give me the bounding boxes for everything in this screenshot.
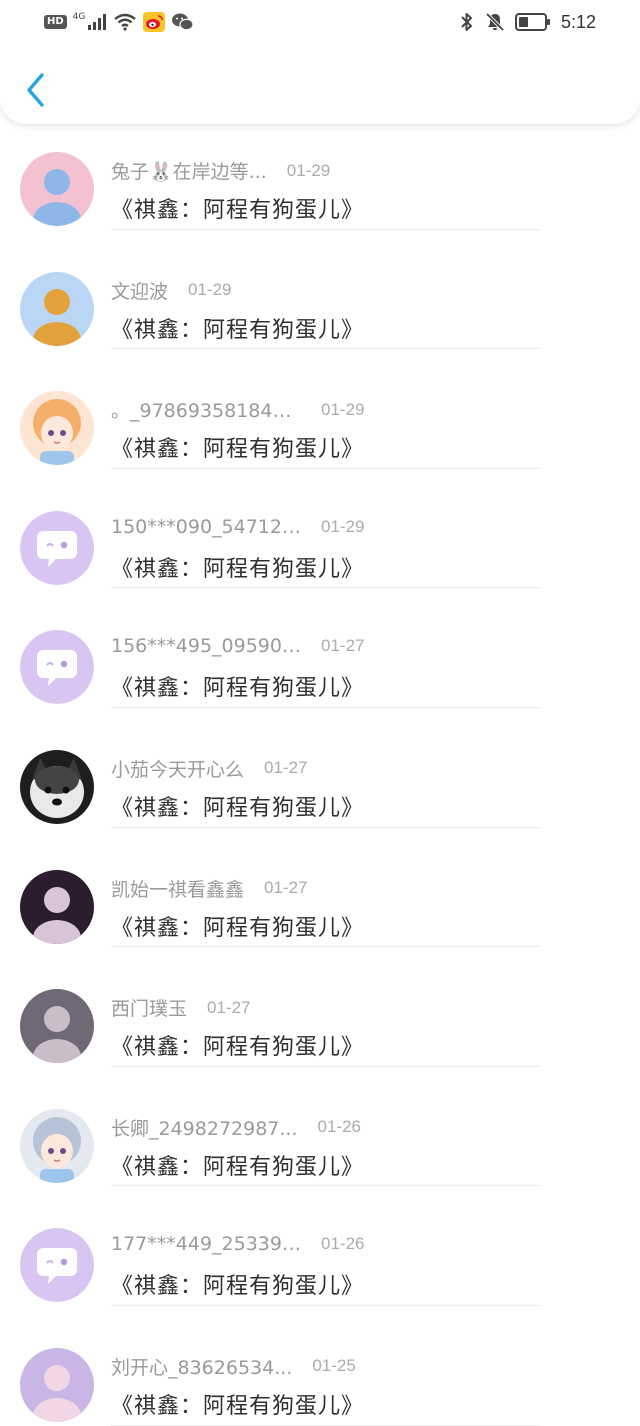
hd-badge: HD: [44, 15, 67, 29]
list-item[interactable]: 文迎波 01-29 《祺鑫：阿程有狗蛋儿》: [0, 230, 640, 350]
avatar-photo: [20, 1347, 94, 1422]
list-item[interactable]: 177***449_253394... 01-26 《祺鑫：阿程有狗蛋儿》: [0, 1186, 640, 1306]
list-item[interactable]: 150***090_547126... 01-29 《祺鑫：阿程有狗蛋儿》: [0, 469, 640, 589]
name-line: 刘开心_83626534... 01-25: [111, 1353, 356, 1380]
name-line: 156***495_095904... 01-27: [111, 635, 364, 657]
status-bar-left: HD 4G: [44, 10, 195, 34]
book-title[interactable]: 《祺鑫：阿程有狗蛋儿》: [111, 431, 364, 463]
book-title[interactable]: 《祺鑫：阿程有狗蛋儿》: [111, 551, 364, 583]
divider: [111, 1424, 540, 1426]
list-item[interactable]: 。_978693581840... 01-29 《祺鑫：阿程有狗蛋儿》: [0, 349, 640, 469]
item-date: 01-29: [188, 280, 232, 300]
status-bar: HD 4G 5:12: [0, 0, 640, 44]
list-item[interactable]: 凯始一祺看鑫鑫 01-27 《祺鑫：阿程有狗蛋儿》: [0, 828, 640, 948]
default-avatar-icon: [20, 630, 94, 705]
name-line: 长卿_2498272987... 01-26: [111, 1114, 361, 1141]
avatar[interactable]: [20, 1347, 94, 1422]
list-item[interactable]: 刘开心_83626534... 01-25 《祺鑫：阿程有狗蛋儿》: [0, 1306, 640, 1426]
avatar[interactable]: [20, 1108, 94, 1183]
default-avatar-icon: [20, 510, 94, 585]
book-title[interactable]: 《祺鑫：阿程有狗蛋儿》: [111, 1388, 364, 1420]
user-name[interactable]: 。_978693581840...: [111, 396, 301, 423]
name-line: 177***449_253394... 01-26: [111, 1233, 364, 1255]
item-date: 01-29: [286, 160, 331, 180]
reader-list: 兔子🐰在岸边等... 01-29 《祺鑫：阿程有狗蛋儿》 文迎波 01-29 《祺鑫：阿程…: [0, 110, 640, 1426]
header-card: HD 4G 5:12: [0, 0, 640, 124]
wechat-icon: [172, 13, 194, 31]
list-item[interactable]: 小茄今天开心么 01-27 《祺鑫：阿程有狗蛋儿》: [0, 708, 640, 828]
chevron-left-icon: [27, 73, 44, 107]
avatar-photo: [20, 749, 94, 824]
item-date: 01-26: [321, 1234, 365, 1254]
default-avatar-icon: [20, 1228, 94, 1303]
user-name[interactable]: 凯始一祺看鑫鑫: [111, 875, 244, 902]
book-title[interactable]: 《祺鑫：阿程有狗蛋儿》: [111, 312, 364, 344]
avatar[interactable]: [20, 1228, 94, 1303]
user-name[interactable]: 小茄今天开心么: [111, 755, 244, 782]
book-title[interactable]: 《祺鑫：阿程有狗蛋儿》: [111, 910, 364, 942]
avatar[interactable]: [20, 630, 94, 705]
bluetooth-icon: [461, 13, 472, 31]
user-name[interactable]: 长卿_2498272987...: [111, 1114, 298, 1141]
user-name[interactable]: 兔子🐰在岸边等...: [111, 157, 267, 184]
avatar-photo: [20, 869, 94, 944]
avatar-photo: [20, 1108, 94, 1183]
list-item[interactable]: 长卿_2498272987... 01-26 《祺鑫：阿程有狗蛋儿》: [0, 1067, 640, 1187]
avatar-photo: [20, 391, 94, 466]
name-line: 西门璞玉 01-27: [111, 994, 251, 1021]
status-time: 5:12: [560, 11, 596, 32]
book-title[interactable]: 《祺鑫：阿程有狗蛋儿》: [111, 790, 364, 822]
name-line: 凯始一祺看鑫鑫 01-27: [111, 875, 308, 902]
name-line: 文迎波 01-29: [111, 277, 232, 304]
list-item[interactable]: 156***495_095904... 01-27 《祺鑫：阿程有狗蛋儿》: [0, 588, 640, 708]
avatar[interactable]: [20, 989, 94, 1064]
book-title[interactable]: 《祺鑫：阿程有狗蛋儿》: [111, 192, 364, 224]
back-button[interactable]: [18, 68, 52, 112]
weibo-icon: [143, 12, 166, 32]
item-date: 01-27: [264, 758, 308, 778]
item-date: 01-27: [321, 636, 365, 656]
book-title[interactable]: 《祺鑫：阿程有狗蛋儿》: [111, 1029, 364, 1061]
bell-muted-icon: [485, 12, 505, 32]
status-bar-right: 5:12: [459, 10, 596, 34]
name-line: 。_978693581840... 01-29: [111, 396, 364, 423]
avatar[interactable]: [20, 510, 94, 585]
user-name[interactable]: 156***495_095904...: [111, 635, 301, 657]
avatar-photo: [20, 271, 94, 346]
user-name[interactable]: 150***090_547126...: [111, 516, 301, 538]
book-title[interactable]: 《祺鑫：阿程有狗蛋儿》: [111, 670, 364, 702]
user-name[interactable]: 文迎波: [111, 277, 168, 304]
item-date: 01-29: [321, 516, 365, 536]
user-name[interactable]: 刘开心_83626534...: [111, 1353, 292, 1380]
avatar-photo: [20, 989, 94, 1064]
user-name[interactable]: 177***449_253394...: [111, 1233, 301, 1255]
item-date: 01-27: [264, 878, 308, 898]
book-title[interactable]: 《祺鑫：阿程有狗蛋儿》: [111, 1149, 364, 1181]
name-line: 小茄今天开心么 01-27: [111, 755, 308, 782]
avatar-photo: [20, 152, 94, 226]
item-date: 01-27: [207, 997, 251, 1017]
avatar[interactable]: [20, 271, 94, 346]
wifi-icon: [114, 13, 137, 31]
avatar[interactable]: [20, 391, 94, 466]
signal-icon: [88, 14, 107, 30]
list-item[interactable]: 西门璞玉 01-27 《祺鑫：阿程有狗蛋儿》: [0, 947, 640, 1067]
book-title[interactable]: 《祺鑫：阿程有狗蛋儿》: [111, 1268, 364, 1300]
item-date: 01-26: [317, 1117, 361, 1137]
user-name[interactable]: 西门璞玉: [111, 994, 187, 1021]
avatar[interactable]: [20, 869, 94, 944]
avatar[interactable]: [20, 749, 94, 824]
name-line: 150***090_547126... 01-29: [111, 516, 364, 538]
avatar[interactable]: [20, 152, 94, 226]
item-date: 01-25: [312, 1356, 356, 1376]
item-date: 01-29: [321, 399, 365, 419]
network-label: 4G: [72, 12, 86, 22]
name-line: 兔子🐰在岸边等... 01-29: [111, 157, 330, 184]
battery-icon: [514, 13, 550, 31]
list-item[interactable]: 兔子🐰在岸边等... 01-29 《祺鑫：阿程有狗蛋儿》: [0, 110, 640, 230]
